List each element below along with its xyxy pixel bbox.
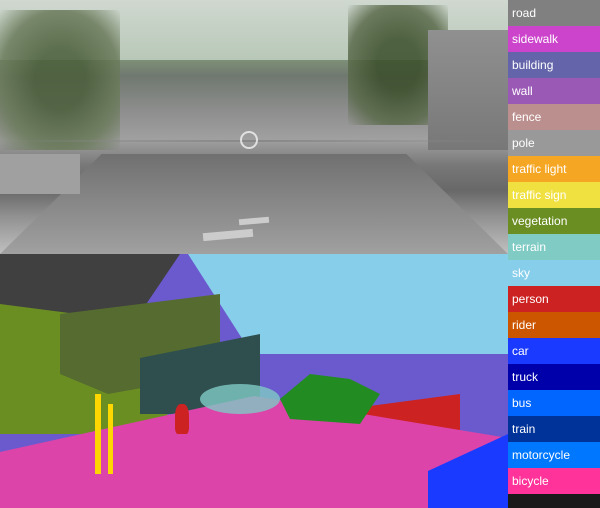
legend-label-truck: truck xyxy=(512,370,538,384)
legend-item-wall[interactable]: wall xyxy=(508,78,600,104)
photo-trees-left xyxy=(0,10,120,150)
seg-pole-1 xyxy=(95,394,101,474)
legend-item-sidewalk[interactable]: sidewalk xyxy=(508,26,600,52)
legend-item-traffic-light[interactable]: traffic light xyxy=(508,156,600,182)
legend-label-motorcycle: motorcycle xyxy=(512,448,570,462)
legend-label-sidewalk: sidewalk xyxy=(512,32,558,46)
legend-item-pole[interactable]: pole xyxy=(508,130,600,156)
legend-item-truck[interactable]: truck xyxy=(508,364,600,390)
seg-person-1 xyxy=(175,404,189,434)
legend-item-person[interactable]: person xyxy=(508,286,600,312)
photo-sidewalk xyxy=(0,154,80,194)
legend-label-vegetation: vegetation xyxy=(512,214,567,228)
legend-item-terrain[interactable]: terrain xyxy=(508,234,600,260)
legend-label-sky: sky xyxy=(512,266,530,280)
seg-pole-2 xyxy=(108,404,113,474)
legend-label-wall: wall xyxy=(512,84,533,98)
legend-item-sky[interactable]: sky xyxy=(508,260,600,286)
legend-label-building: building xyxy=(512,58,553,72)
photo-lens-circle xyxy=(240,131,258,149)
legend-item-car[interactable]: car xyxy=(508,338,600,364)
legend-label-car: car xyxy=(512,344,529,358)
legend-item-train[interactable]: train xyxy=(508,416,600,442)
legend-item-fence[interactable]: fence xyxy=(508,104,600,130)
legend-label-bus: bus xyxy=(512,396,531,410)
photo-panel xyxy=(0,0,508,254)
legend-item-road[interactable]: road xyxy=(508,0,600,26)
legend-sidebar: road sidewalk building wall fence pole traffic… xyxy=(508,0,600,508)
legend-item-bicycle[interactable]: bicycle xyxy=(508,468,600,494)
legend-label-bicycle: bicycle xyxy=(512,474,549,488)
legend-label-train: train xyxy=(512,422,535,436)
legend-label-traffic-sign: traffic sign xyxy=(512,188,566,202)
legend-item-bus[interactable]: bus xyxy=(508,390,600,416)
legend-item-rider[interactable]: rider xyxy=(508,312,600,338)
seg-terrain-cyan xyxy=(200,384,280,414)
legend-item-building[interactable]: building xyxy=(508,52,600,78)
legend-label-fence: fence xyxy=(512,110,541,124)
photo-building xyxy=(428,30,508,150)
legend-label-person: person xyxy=(512,292,549,306)
legend-label-pole: pole xyxy=(512,136,535,150)
legend-label-road: road xyxy=(512,6,536,20)
legend-label-rider: rider xyxy=(512,318,536,332)
legend-label-terrain: terrain xyxy=(512,240,546,254)
legend-item-traffic-sign[interactable]: traffic sign xyxy=(508,182,600,208)
main-area xyxy=(0,0,508,508)
legend-label-traffic-light: traffic light xyxy=(512,162,566,176)
legend-item-motorcycle[interactable]: motorcycle xyxy=(508,442,600,468)
segmentation-panel xyxy=(0,254,508,508)
legend-item-vegetation[interactable]: vegetation xyxy=(508,208,600,234)
